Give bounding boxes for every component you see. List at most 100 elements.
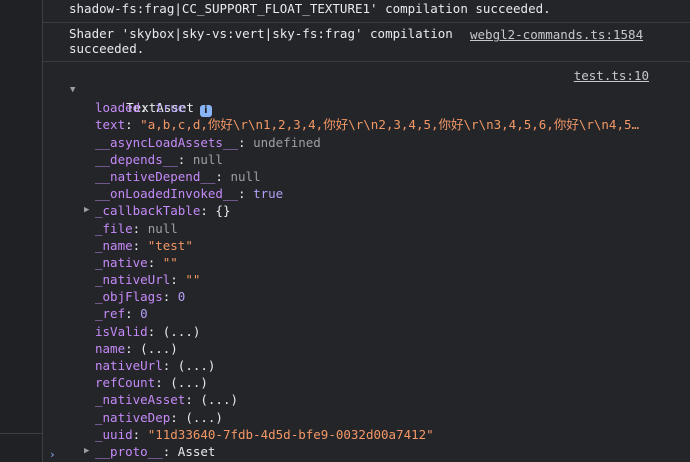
key-separator: : [162,289,178,305]
property-row[interactable]: _nativeAsset: (...) [43,391,690,408]
key-separator: : [140,100,156,116]
property-row[interactable]: _native: "" [43,254,690,271]
property-value: "test" [147,237,193,253]
message-text: shadow-fs:frag|CC_SUPPORT_FLOAT_TEXTURE1… [69,1,551,16]
source-link[interactable]: webgl2-commands.ts:1584 [470,27,643,42]
property-row[interactable]: __asyncLoadAssets__: undefined [43,134,690,151]
left-gutter [0,0,42,462]
property-value: null [147,220,178,236]
property-key: nativeUrl [95,358,163,373]
property-row[interactable]: __onLoadedInvoked__: true [43,185,690,202]
property-value: null [192,151,223,167]
property-row[interactable]: _uuid: "11d33640-7fdb-4d5d-bfe9-0032d00a… [43,426,690,443]
property-key: loaded [95,100,141,116]
key-separator: : [147,323,163,339]
key-separator: : [125,117,141,133]
property-key: _name [95,237,133,253]
property-key: _native [95,254,148,270]
console-prompt-icon[interactable]: › [49,448,56,461]
property-row[interactable]: ▶ _callbackTable: {} [43,202,690,219]
property-key: __proto__ [95,443,163,459]
property-value: "11d33640-7fdb-4d5d-bfe9-0032d00a7412" [147,426,434,442]
property-key: _file [95,220,133,236]
expand-triangle-icon[interactable]: ▼ [70,82,75,99]
property-row[interactable]: __depends__: null [43,151,690,168]
property-row[interactable]: _nativeUrl: "" [43,271,690,288]
property-value: 0 [177,289,186,305]
console-message: Shader 'skybox|sky-vs:vert|sky-fs:frag' … [43,23,690,62]
property-key: _ref [95,306,126,322]
property-row[interactable]: _objFlags: 0 [43,288,690,305]
property-key: __asyncLoadAssets__ [95,134,238,150]
property-key: name [95,340,126,356]
property-row[interactable]: isValid: (...) [43,323,690,340]
key-separator: : [125,306,141,322]
property-value: null [230,168,261,184]
property-value: "" [162,254,178,270]
property-key: _nativeAsset [95,392,186,408]
key-separator: : [162,358,178,373]
property-row[interactable]: name: (...) [43,340,690,357]
property-key: text [95,117,126,133]
key-separator: : [125,340,141,356]
property-value: (...) [185,409,223,425]
property-value: (...) [177,358,216,373]
console-panel: shadow-fs:frag|CC_SUPPORT_FLOAT_TEXTURE1… [42,0,690,462]
key-separator: : [155,375,171,391]
property-key: __onLoadedInvoked__ [95,186,238,202]
property-value: (...) [140,340,178,356]
property-key: _objFlags [95,289,163,305]
property-value: true [155,100,186,116]
key-separator: : [238,186,254,202]
expand-triangle-icon[interactable]: ▶ [84,202,89,219]
console-message: shadow-fs:frag|CC_SUPPORT_FLOAT_TEXTURE1… [43,0,690,23]
property-value: 0 [140,306,148,322]
property-key: __nativeDepend__ [95,168,216,184]
property-key: isValid [95,323,148,339]
key-separator: : [132,220,148,236]
property-row[interactable]: text: "a,b,c,d,你好\r\n1,2,3,4,你好\r\n2,3,4… [43,116,690,133]
property-row[interactable]: _name: "test" [43,237,690,254]
expand-triangle-icon[interactable]: ▶ [84,443,89,460]
key-separator: : [132,237,148,253]
property-row[interactable]: _ref: 0 [43,305,690,322]
property-row[interactable]: refCount: (...) [43,374,690,391]
property-row[interactable]: loaded: true [43,99,690,116]
property-value: (...) [170,375,208,391]
property-key: refCount [95,375,156,391]
key-separator: : [170,409,186,425]
key-separator: : [238,134,254,150]
key-separator: : [162,443,178,459]
property-key: _nativeDep [95,409,171,425]
message-text-continued: succeeded. [69,41,145,56]
key-separator: : [170,272,186,288]
property-key: _uuid [95,426,133,442]
gutter-divider [0,433,42,434]
message-text: Shader 'skybox|sky-vs:vert|sky-fs:frag' … [69,26,461,41]
property-value: {} [215,203,231,219]
property-row[interactable]: _nativeDep: (...) [43,409,690,426]
property-list: loaded: true text: "a,b,c,d,你好\r\n1,2,3,4… [43,99,690,460]
property-row[interactable]: _file: null [43,220,690,237]
property-value: (...) [162,323,201,339]
property-value: "a,b,c,d,你好\r\n1,2,3,4,你好\r\n2,3,4,5,你好\… [140,117,640,133]
object-header[interactable]: ▼ TextAsset i [43,82,690,118]
property-value: "" [185,272,201,288]
key-separator: : [147,254,163,270]
key-separator: : [200,203,216,219]
property-key: _nativeUrl [95,272,171,288]
property-value: true [253,186,284,202]
property-row[interactable]: __nativeDepend__: null [43,168,690,185]
property-value: undefined [253,134,321,150]
property-value: Asset [177,443,216,459]
source-link[interactable]: test.ts:10 [574,68,649,83]
property-key: _callbackTable [95,203,201,219]
key-separator: : [185,392,201,408]
property-key: __depends__ [95,151,178,167]
key-separator: : [177,151,193,167]
logged-object: test.ts:10 ▼ TextAsset i loaded: true text:… [43,62,690,460]
key-separator: : [132,426,148,442]
property-row[interactable]: ▶ __proto__: Asset [43,443,690,460]
key-separator: : [215,168,231,184]
property-row[interactable]: nativeUrl: (...) [43,357,690,374]
